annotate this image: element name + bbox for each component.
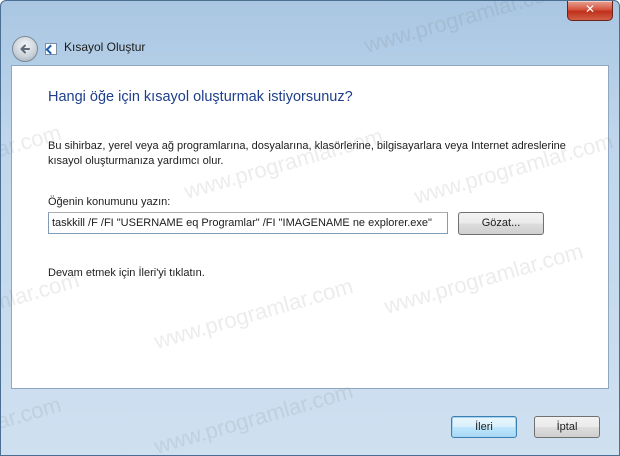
wizard-description: Bu sihirbaz, yerel veya ağ programlarına… bbox=[48, 140, 566, 167]
location-label: Öğenin konumunu yazın: bbox=[48, 196, 171, 208]
close-icon: ✕ bbox=[584, 2, 596, 16]
close-button[interactable]: ✕ bbox=[567, 1, 613, 21]
cancel-button[interactable]: İptal bbox=[534, 416, 600, 438]
shortcut-wizard-window: ✕ Kısayol Oluştur Hangi öğe için kısayol… bbox=[0, 0, 620, 456]
back-button[interactable] bbox=[12, 36, 38, 62]
continue-instruction: Devam etmek için İleri'yi tıklatın. bbox=[48, 267, 205, 279]
wizard-content-panel: Hangi öğe için kısayol oluşturmak istiyo… bbox=[11, 65, 609, 389]
wizard-footer: İleri İptal bbox=[1, 389, 619, 455]
page-heading: Hangi öğe için kısayol oluşturmak istiyo… bbox=[48, 89, 353, 105]
back-arrow-icon bbox=[20, 44, 30, 54]
window-title: Kısayol Oluştur bbox=[64, 40, 146, 54]
next-button[interactable]: İleri bbox=[451, 416, 517, 438]
browse-button[interactable]: Gözat... bbox=[458, 212, 544, 235]
shortcut-icon bbox=[45, 43, 57, 55]
title-bar: ✕ Kısayol Oluştur bbox=[1, 1, 619, 65]
location-input[interactable]: taskkill /F /FI "USERNAME eq Programlar"… bbox=[48, 212, 448, 234]
